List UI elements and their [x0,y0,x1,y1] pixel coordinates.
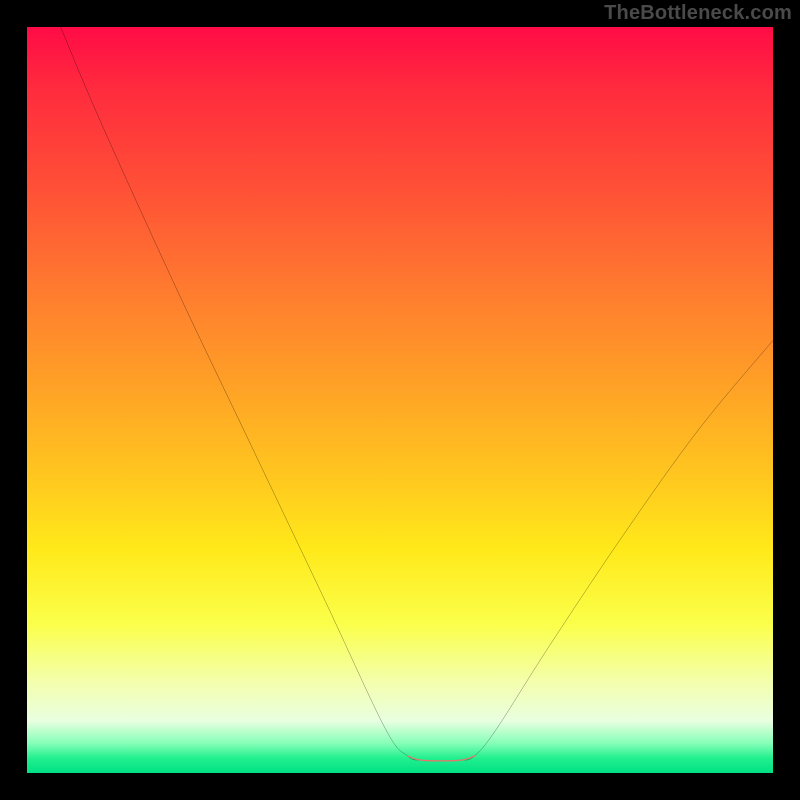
curve-layer [27,27,773,773]
highlight-curve [407,756,474,761]
chart-frame: TheBottleneck.com [0,0,800,800]
watermark-text: TheBottleneck.com [604,2,792,25]
plot-area [27,27,773,773]
main-curve [61,27,773,761]
